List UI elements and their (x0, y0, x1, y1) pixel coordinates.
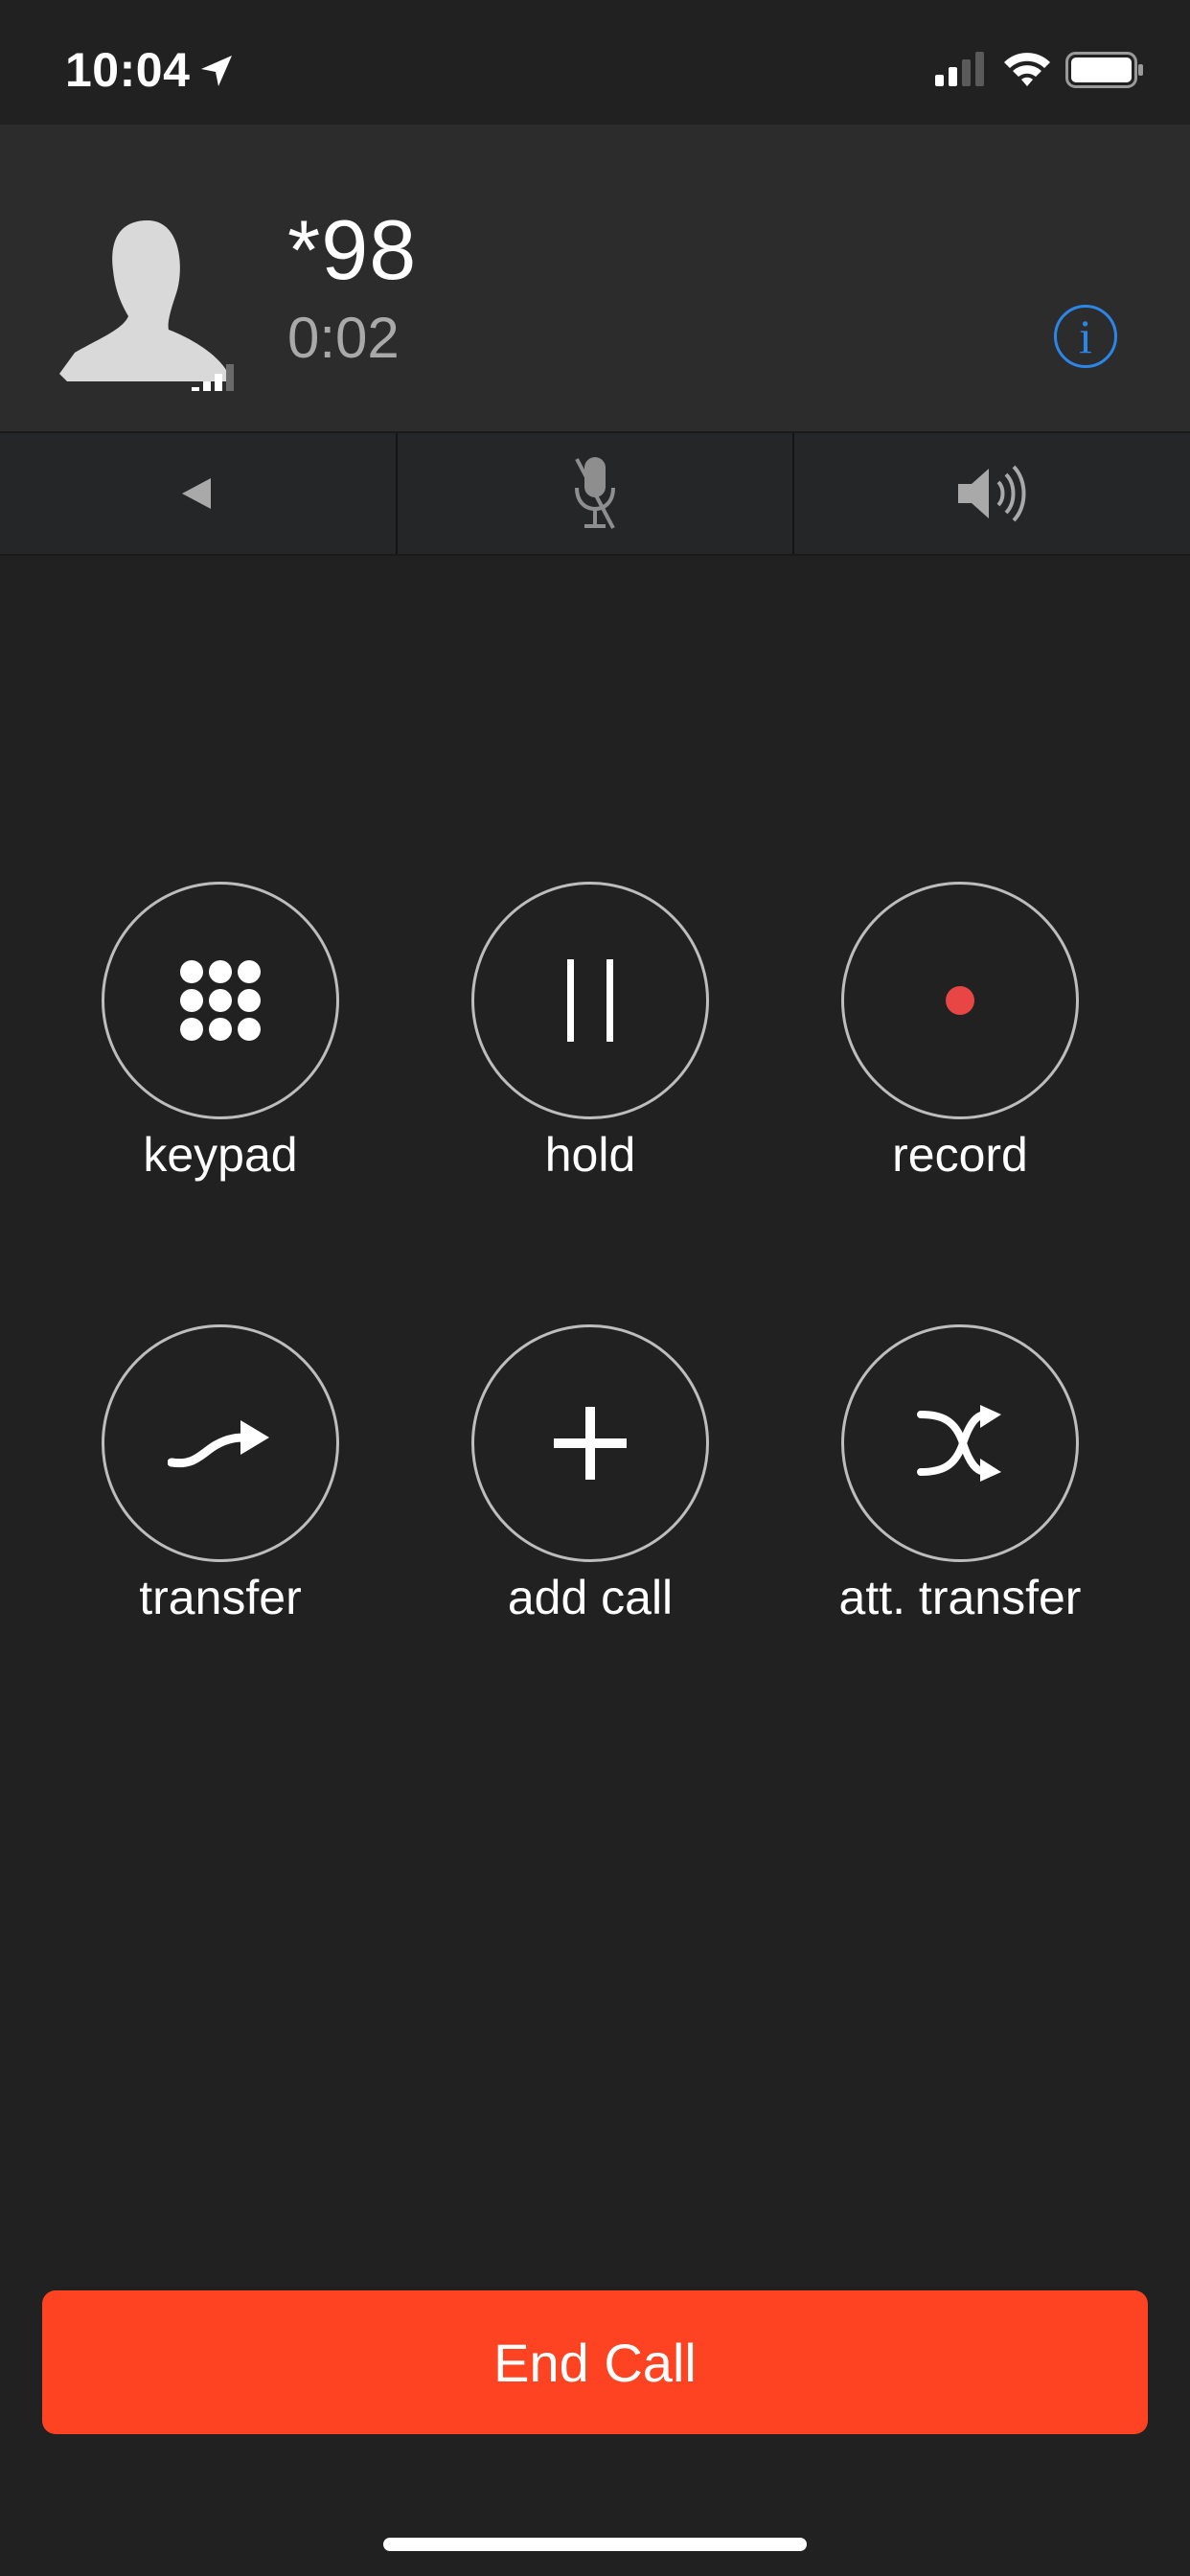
location-arrow-icon (201, 56, 232, 86)
home-indicator[interactable] (383, 2538, 807, 2551)
record-button[interactable] (841, 882, 1079, 1119)
caller-number: *98 (287, 202, 418, 297)
plus-icon (554, 1407, 627, 1480)
transfer-label: transfer (139, 1571, 302, 1624)
record-label: record (892, 1128, 1028, 1182)
contact-avatar-icon (59, 220, 234, 391)
status-bar: 10:04 (0, 0, 1190, 125)
call-control-strip (0, 431, 1190, 556)
wifi-icon (1004, 53, 1050, 86)
info-icon: i (1079, 310, 1092, 363)
keypad-action[interactable]: keypad (77, 882, 364, 1183)
add-call-label: add call (507, 1571, 674, 1624)
speaker-icon (957, 465, 1026, 522)
hold-action[interactable]: hold (446, 882, 734, 1183)
mute-button[interactable] (398, 433, 795, 554)
keypad-button[interactable] (102, 882, 339, 1119)
record-action[interactable]: record (816, 882, 1104, 1183)
call-duration: 0:02 (287, 306, 400, 370)
cellular-signal-icon (935, 52, 984, 86)
end-call-button[interactable]: End Call (42, 2290, 1148, 2434)
microphone-muted-icon (575, 457, 615, 529)
att-transfer-button[interactable] (841, 1324, 1079, 1562)
status-time: 10:04 (65, 43, 191, 97)
add-call-button[interactable] (471, 1324, 709, 1562)
call-screen: 10:04 *98 0:02 i keypad hold record tran… (0, 0, 1190, 2576)
hold-button[interactable] (471, 882, 709, 1119)
call-info-button[interactable]: i (1054, 305, 1117, 368)
transfer-arrow-icon (168, 1420, 269, 1468)
hold-label: hold (544, 1128, 636, 1182)
speaker-button[interactable] (794, 433, 1190, 554)
shuffle-icon (917, 1405, 1001, 1482)
keypad-label: keypad (143, 1128, 298, 1182)
add-call-action[interactable]: add call (446, 1324, 734, 1625)
transfer-button[interactable] (102, 1324, 339, 1562)
call-header: *98 0:02 i (0, 125, 1190, 431)
keypad-icon (180, 960, 261, 1041)
att-transfer-action[interactable]: att. transfer (816, 1324, 1104, 1625)
signal-bar-icon (203, 381, 211, 391)
pause-icon (567, 959, 613, 1042)
transfer-action[interactable]: transfer (77, 1324, 364, 1625)
back-arrow-icon (182, 478, 212, 509)
back-button[interactable] (0, 433, 398, 554)
att-transfer-label: att. transfer (838, 1571, 1082, 1624)
record-dot-icon (946, 986, 974, 1015)
battery-icon (1065, 52, 1143, 88)
